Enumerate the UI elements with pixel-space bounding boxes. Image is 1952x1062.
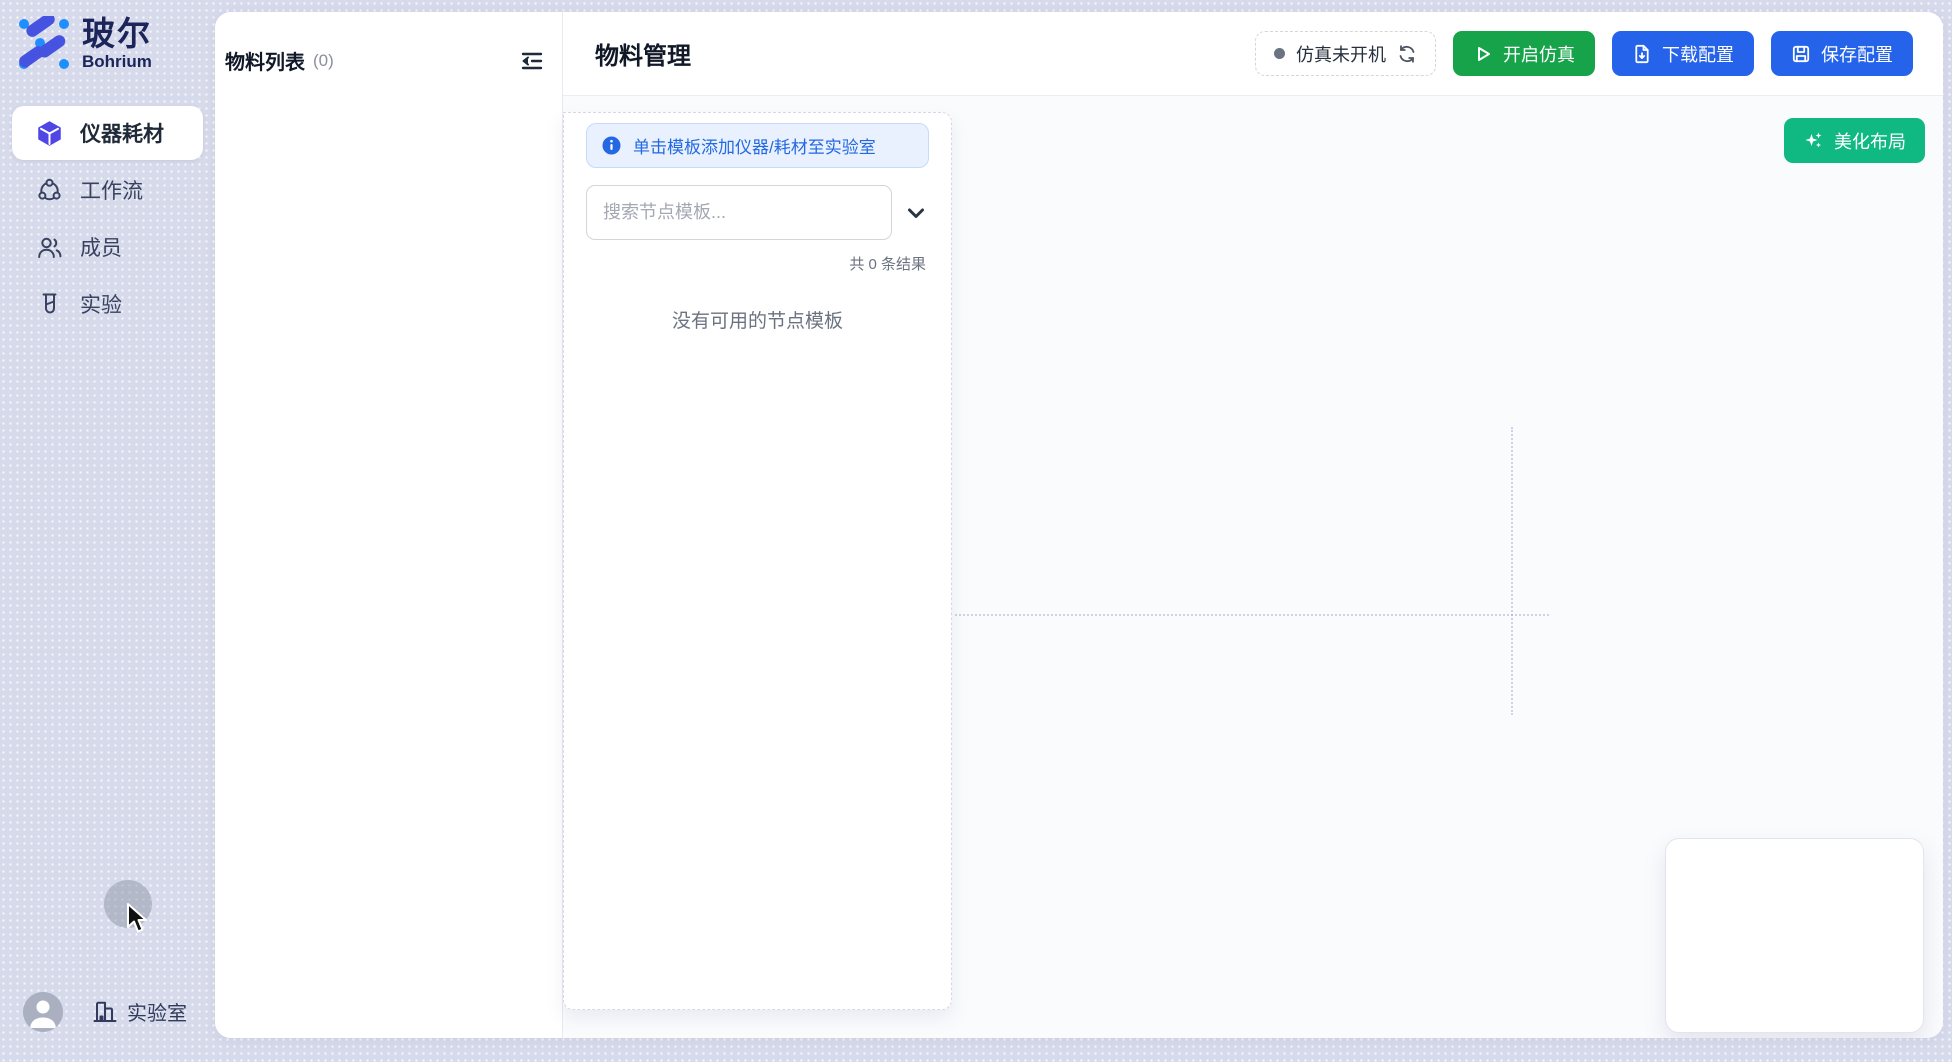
simulation-status-pill[interactable]: 仿真未开机 [1255,31,1436,76]
avatar-person-icon [23,992,63,1032]
sidebar-footer: 实验室 [0,992,215,1052]
user-avatar[interactable] [23,992,63,1032]
materials-title: 物料列表 [225,46,305,75]
building-icon [92,999,118,1025]
lab-switcher[interactable]: 实验室 [92,997,187,1026]
download-config-button[interactable]: 下载配置 [1612,31,1754,76]
file-download-icon [1632,44,1652,64]
canvas-guide-horizontal [955,614,1549,616]
canvas-minimap[interactable] [1665,838,1924,1033]
templates-hint-text: 单击模板添加仪器/耗材至实验室 [633,133,876,158]
chevron-down-icon[interactable] [903,200,929,226]
brand-name-en: Bohrium [82,52,152,72]
sidebar-item-label: 成员 [80,232,122,262]
main-column: 物料管理 仿真未开机 开启仿真 [563,12,1943,1038]
materials-count: (0) [313,51,334,71]
sidebar-item-experiment[interactable]: 实验 [12,277,203,331]
beautify-layout-label: 美化布局 [1834,128,1906,154]
workflow-icon [36,177,63,204]
canvas-area[interactable]: 单击模板添加仪器/耗材至实验室 共 0 条结果 没有可用的节点模板 [563,96,1943,1038]
materials-panel: 物料列表 (0) [215,12,563,1038]
node-templates-panel: 单击模板添加仪器/耗材至实验室 共 0 条结果 没有可用的节点模板 [563,112,952,1010]
sidebar-item-label: 工作流 [80,175,143,205]
info-icon [602,136,621,155]
simulation-status-label: 仿真未开机 [1296,41,1386,67]
bohrium-logo-icon [16,16,72,72]
materials-panel-header: 物料列表 (0) [215,12,562,75]
experiment-icon [36,291,63,318]
sidebar-item-label: 仪器耗材 [80,118,164,148]
sidebar-item-label: 实验 [80,289,122,319]
header-actions: 仿真未开机 开启仿真 [1255,31,1913,76]
download-config-label: 下载配置 [1662,41,1734,67]
start-simulation-button[interactable]: 开启仿真 [1453,31,1595,76]
brand-name-cn: 玻尔 [82,16,152,52]
canvas-guide-vertical [1511,427,1513,715]
sidebar-nav: 仪器耗材 工作流 成员 [12,106,203,331]
status-dot [1274,48,1285,59]
refresh-icon[interactable] [1397,44,1417,64]
save-config-button[interactable]: 保存配置 [1771,31,1913,76]
save-icon [1791,44,1811,64]
play-icon [1473,44,1493,64]
lab-label: 实验室 [127,997,187,1026]
main-surface: 物料列表 (0) 物料管理 仿真未开机 [215,12,1943,1038]
templates-hint-banner[interactable]: 单击模板添加仪器/耗材至实验室 [586,123,929,168]
sidebar-item-workflow[interactable]: 工作流 [12,163,203,217]
templates-empty-text: 没有可用的节点模板 [586,306,929,333]
members-icon [36,234,63,261]
template-search-row [586,185,929,240]
start-simulation-label: 开启仿真 [1503,41,1575,67]
template-search-input[interactable] [586,185,892,240]
brand-logo[interactable]: 玻尔 Bohrium [16,16,152,72]
cube-icon [36,120,63,147]
sidebar-item-instruments[interactable]: 仪器耗材 [12,106,203,160]
mouse-cursor [126,903,152,937]
collapse-panel-icon[interactable] [519,48,545,74]
brand-text: 玻尔 Bohrium [82,16,152,72]
sidebar-item-members[interactable]: 成员 [12,220,203,274]
page-header: 物料管理 仿真未开机 开启仿真 [563,12,1943,96]
sparkles-icon [1803,130,1824,151]
page-title: 物料管理 [595,36,691,71]
save-config-label: 保存配置 [1821,41,1893,67]
results-count: 共 0 条结果 [586,253,929,274]
beautify-layout-button[interactable]: 美化布局 [1784,118,1925,163]
